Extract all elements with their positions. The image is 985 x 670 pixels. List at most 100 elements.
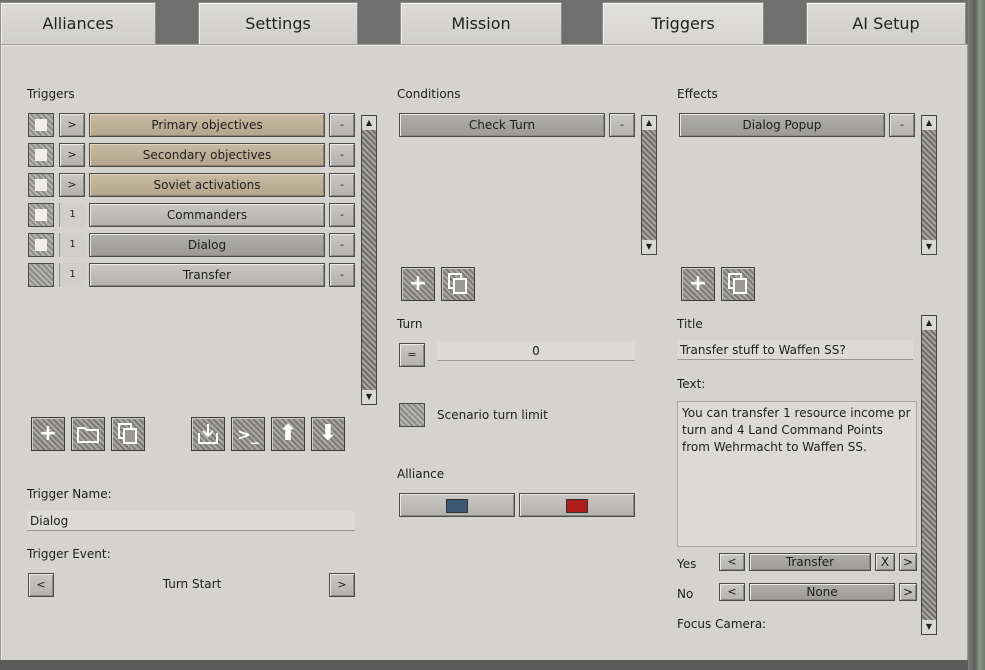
window-bottom-edge — [0, 660, 968, 670]
trigger-item-secondary-objectives[interactable]: Secondary objectives — [89, 143, 325, 167]
plus-icon: + — [688, 271, 708, 296]
trigger-item-commanders[interactable]: Commanders — [89, 203, 325, 227]
window-edge — [968, 0, 985, 670]
scroll-down-icon[interactable]: ▼ — [922, 620, 936, 634]
scroll-down-icon[interactable]: ▼ — [362, 390, 376, 404]
event-prev-button[interactable]: < — [28, 573, 54, 597]
title-label: Title — [677, 317, 703, 331]
arrow-down-icon: ⬇ — [318, 421, 338, 446]
duplicate-effect-button[interactable] — [721, 267, 755, 301]
trigger-item-soviet-activations[interactable]: Soviet activations — [89, 173, 325, 197]
dialog-title-input[interactable]: Transfer stuff to Waffen SS? — [677, 340, 913, 360]
yes-clear-button[interactable]: X — [875, 553, 895, 571]
trigger-event-label: Trigger Event: — [27, 547, 111, 561]
add-condition-button[interactable]: + — [401, 267, 435, 301]
no-prev-button[interactable]: < — [719, 583, 745, 601]
text-label: Text: — [677, 377, 706, 391]
scroll-up-icon[interactable]: ▲ — [362, 116, 376, 130]
scenario-turn-limit-label: Scenario turn limit — [437, 408, 548, 422]
move-trigger-up-button[interactable]: ⬆ — [271, 417, 305, 451]
alliance-label: Alliance — [397, 467, 445, 481]
trigger-count: 1 — [59, 263, 85, 287]
tab-mission[interactable]: Mission — [400, 2, 562, 44]
tab-settings[interactable]: Settings — [198, 2, 358, 44]
trigger-name-input[interactable]: Dialog — [27, 511, 355, 531]
yes-prev-button[interactable]: < — [719, 553, 745, 571]
no-next-button[interactable]: > — [899, 583, 917, 601]
trigger-enabled-checkbox[interactable] — [28, 203, 54, 227]
turn-value-input[interactable]: 0 — [437, 341, 635, 361]
add-effect-button[interactable]: + — [681, 267, 715, 301]
trigger-remove-button[interactable]: - — [329, 233, 355, 257]
scenario-turn-limit-checkbox[interactable] — [399, 403, 425, 427]
dialog-text-line: turn and 4 Land Command Points — [682, 423, 883, 437]
tab-alliances[interactable]: Alliances — [0, 2, 156, 44]
trigger-enabled-checkbox[interactable] — [28, 233, 54, 257]
scroll-down-icon[interactable]: ▼ — [642, 240, 656, 254]
duplicate-trigger-button[interactable] — [111, 417, 145, 451]
trigger-remove-button[interactable]: - — [329, 173, 355, 197]
effect-details-scrollbar[interactable]: ▲ ▼ — [921, 315, 937, 635]
scroll-up-icon[interactable]: ▲ — [922, 116, 936, 130]
trigger-event-value: Turn Start — [162, 577, 222, 591]
move-trigger-down-button[interactable]: ⬇ — [311, 417, 345, 451]
alliance-red-button[interactable] — [519, 493, 635, 517]
plus-icon: + — [408, 271, 428, 296]
import-trigger-button[interactable] — [191, 417, 225, 451]
trigger-item-transfer[interactable]: Transfer — [89, 263, 325, 287]
folder-button[interactable] — [71, 417, 105, 451]
no-target-value[interactable]: None — [749, 583, 895, 601]
script-console-button[interactable]: >_ — [231, 417, 265, 451]
scroll-down-icon[interactable]: ▼ — [922, 240, 936, 254]
alliance-blue-button[interactable] — [399, 493, 515, 517]
arrow-up-icon: ⬆ — [278, 421, 298, 446]
dialog-text-line: from Wehrmacht to Waffen SS. — [682, 440, 867, 454]
turn-operator-button[interactable]: = — [399, 343, 425, 367]
trigger-count: 1 — [59, 203, 85, 227]
no-label: No — [677, 587, 694, 601]
copy-icon — [448, 273, 467, 294]
condition-item-check-turn[interactable]: Check Turn — [399, 113, 605, 137]
effect-item-dialog-popup[interactable]: Dialog Popup — [679, 113, 885, 137]
trigger-enabled-checkbox[interactable] — [28, 143, 54, 167]
effects-heading: Effects — [677, 87, 718, 101]
duplicate-condition-button[interactable] — [441, 267, 475, 301]
copy-icon — [728, 273, 747, 294]
trigger-item-primary-objectives[interactable]: Primary objectives — [89, 113, 325, 137]
add-trigger-button[interactable]: + — [31, 417, 65, 451]
turn-label: Turn — [397, 317, 423, 331]
trigger-remove-button[interactable]: - — [329, 143, 355, 167]
event-next-button[interactable]: > — [329, 573, 355, 597]
effects-scrollbar[interactable]: ▲ ▼ — [921, 115, 937, 255]
trigger-enabled-checkbox[interactable] — [28, 173, 54, 197]
plus-icon: + — [38, 421, 58, 446]
scroll-up-icon[interactable]: ▲ — [642, 116, 656, 130]
alliance-color-swatch — [566, 498, 588, 513]
trigger-item-dialog[interactable]: Dialog — [89, 233, 325, 257]
effect-remove-button[interactable]: - — [889, 113, 915, 137]
trigger-expand-button[interactable]: > — [59, 143, 85, 167]
scroll-up-icon[interactable]: ▲ — [922, 316, 936, 330]
trigger-count: 1 — [59, 233, 85, 257]
triggers-heading: Triggers — [27, 87, 75, 101]
trigger-list-scrollbar[interactable]: ▲ ▼ — [361, 115, 377, 405]
condition-remove-button[interactable]: - — [609, 113, 635, 137]
trigger-enabled-checkbox[interactable] — [28, 113, 54, 137]
dialog-text-input[interactable]: You can transfer 1 resource income pr tu… — [677, 401, 917, 547]
trigger-enabled-checkbox[interactable] — [28, 263, 54, 287]
yes-label: Yes — [677, 557, 697, 571]
tab-triggers[interactable]: Triggers — [602, 2, 764, 46]
trigger-name-label: Trigger Name: — [27, 487, 112, 501]
dialog-text-line: You can transfer 1 resource income pr — [682, 406, 911, 420]
trigger-expand-button[interactable]: > — [59, 173, 85, 197]
yes-target-value[interactable]: Transfer — [749, 553, 871, 571]
trigger-remove-button[interactable]: - — [329, 203, 355, 227]
yes-next-button[interactable]: > — [899, 553, 917, 571]
tab-ai-setup[interactable]: AI Setup — [806, 2, 966, 44]
trigger-remove-button[interactable]: - — [329, 113, 355, 137]
alliance-color-swatch — [446, 498, 468, 513]
folder-icon — [77, 427, 99, 443]
conditions-scrollbar[interactable]: ▲ ▼ — [641, 115, 657, 255]
trigger-remove-button[interactable]: - — [329, 263, 355, 287]
trigger-expand-button[interactable]: > — [59, 113, 85, 137]
